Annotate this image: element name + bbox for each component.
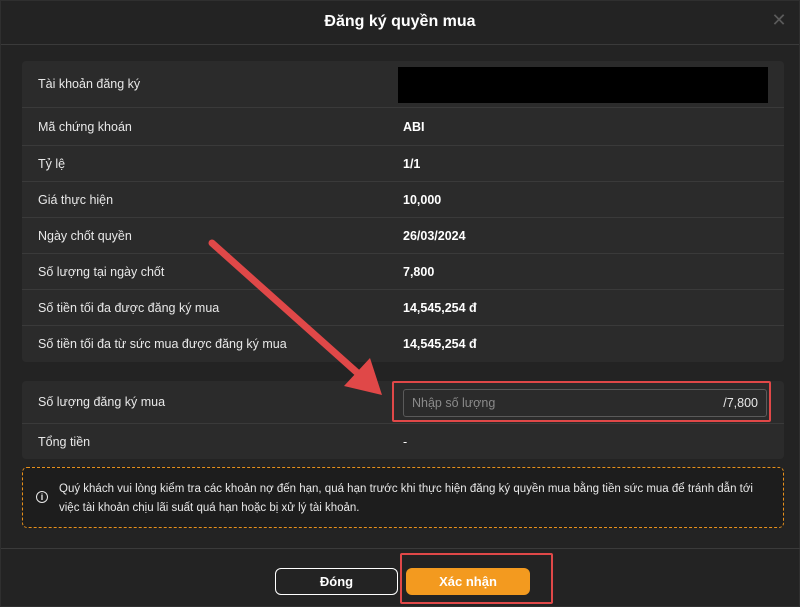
total-value: - [403,434,408,449]
info-label-max-amount: Số tiền tối đa được đăng ký mua [38,300,220,315]
info-value-price: 10,000 [403,192,442,207]
info-value-record-date: 26/03/2024 [403,228,466,243]
info-value-max-amount: 14,545,254 đ [403,300,477,315]
confirm-button[interactable]: Xác nhận [406,568,530,595]
info-row-ratio: Tỷ lệ 1/1 [22,146,784,182]
info-row-max-purchasing-power: Số tiền tối đa từ sức mua được đăng ký m… [22,326,784,362]
info-label-account: Tài khoản đăng ký [38,77,141,91]
info-row-price: Giá thực hiện 10,000 [22,182,784,218]
dialog-header: Đăng ký quyền mua ✕ [1,1,799,45]
total-label: Tổng tiền [38,434,91,449]
info-label-symbol: Mã chứng khoán [38,119,132,134]
info-row-max-amount: Số tiền tối đa được đăng ký mua 14,545,2… [22,290,784,326]
info-row-symbol: Mã chứng khoán ABI [22,108,784,146]
info-value-quantity-at-record: 7,800 [403,264,435,279]
info-label-ratio: Tỷ lệ [38,156,66,171]
info-icon: i [36,491,48,503]
info-label-max-purchasing-power: Số tiền tối đa từ sức mua được đăng ký m… [38,337,287,351]
info-value-symbol: ABI [403,119,425,134]
info-value-max-purchasing-power: 14,545,254 đ [403,337,477,351]
quantity-label: Số lượng đăng ký mua [38,395,166,409]
account-masked [398,67,768,103]
notice-text: Quý khách vui lòng kiểm tra các khoản nợ… [59,483,753,514]
rights-info-panel: Tài khoản đăng ký Mã chứng khoán ABI Tỷ … [22,61,784,362]
quantity-input-wrapper[interactable]: /7,800 [403,389,767,417]
close-icon[interactable]: ✕ [769,10,789,30]
dialog-title: Đăng ký quyền mua [324,13,476,30]
info-row-quantity-at-record: Số lượng tại ngày chốt 7,800 [22,254,784,290]
debt-warning-notice: i Quý khách vui lòng kiểm tra các khoản … [22,467,784,528]
info-label-quantity-at-record: Số lượng tại ngày chốt [38,264,165,279]
close-button[interactable]: Đóng [275,568,398,595]
dialog-footer: Đóng Xác nhận [1,548,800,607]
quantity-input[interactable] [412,396,724,410]
info-row-record-date: Ngày chốt quyền 26/03/2024 [22,218,784,254]
register-rights-dialog: Đăng ký quyền mua ✕ Tài khoản đăng ký Mã… [0,0,800,607]
info-label-price: Giá thực hiện [38,192,114,207]
registration-panel: Số lượng đăng ký mua /7,800 Tổng tiền - [22,381,784,459]
total-row: Tổng tiền - [22,424,784,459]
quantity-max: /7,800 [723,396,758,410]
info-value-ratio: 1/1 [403,156,421,171]
info-label-record-date: Ngày chốt quyền [38,228,132,243]
info-row-account: Tài khoản đăng ký [22,61,784,108]
quantity-row: Số lượng đăng ký mua /7,800 [22,381,784,424]
